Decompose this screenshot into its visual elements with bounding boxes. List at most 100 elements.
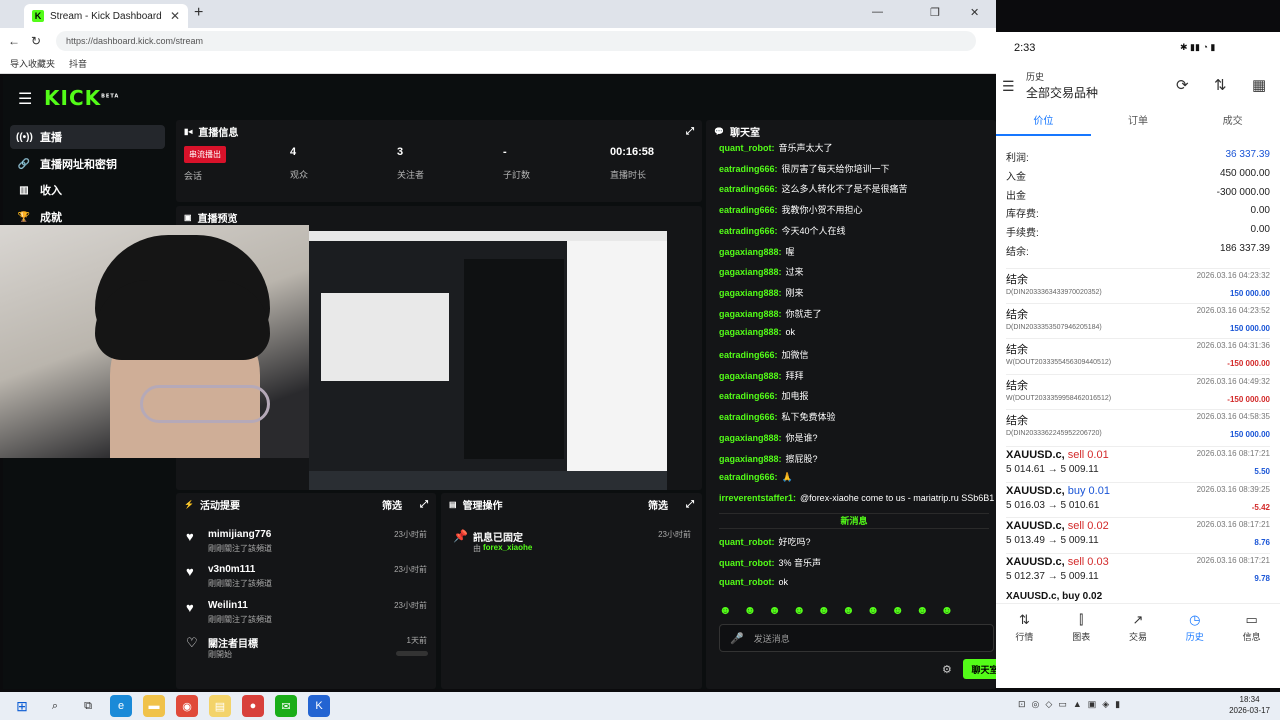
chat-username[interactable]: eatrading666: — [719, 350, 778, 360]
nav-trade[interactable]: ↗ 交易 — [1110, 612, 1167, 656]
chat-message[interactable]: eatrading666: 加电报 — [719, 389, 994, 409]
chat-message[interactable]: quant_robot: 音乐声太大了 — [719, 141, 994, 161]
mod-filter-button[interactable]: 筛选 — [648, 497, 668, 512]
minimize-icon[interactable]: — — [872, 6, 883, 18]
back-icon[interactable]: ← — [6, 34, 22, 48]
preview-video[interactable] — [309, 231, 667, 490]
folder-icon[interactable]: ▬ — [143, 695, 165, 717]
chat-message[interactable]: quant_robot: 好吃吗? — [719, 535, 994, 555]
chat-message[interactable]: gagaxiang888: 擦屁股? — [719, 452, 994, 472]
chat-message[interactable]: gagaxiang888: ok — [719, 327, 994, 347]
menu-icon[interactable]: ☰ — [1002, 78, 1015, 95]
chat-message[interactable]: gagaxiang888: 过来 — [719, 265, 994, 285]
chat-username[interactable]: eatrading666: — [719, 184, 778, 194]
chat-username[interactable]: quant_robot: — [719, 577, 775, 587]
chat-message[interactable]: eatrading666: 加微信 — [719, 348, 994, 368]
chat-message[interactable]: eatrading666: 私下免费体验 — [719, 410, 994, 430]
chrome-icon[interactable]: ◉ — [176, 695, 198, 717]
calendar-icon[interactable]: ▦ — [1252, 76, 1266, 94]
menu-icon[interactable]: ☰ — [18, 89, 32, 109]
expand-icon[interactable]: ⤢ — [686, 499, 694, 510]
chat-message[interactable]: eatrading666: 这么多人转化不了是不是很痛苦 — [719, 182, 994, 202]
trade-row[interactable]: XAUUSD.c, sell 0.02 5 013.49 → 5 009.11 20… — [1006, 517, 1270, 552]
chat-message[interactable]: gagaxiang888: 刚来 — [719, 286, 994, 306]
chat-username[interactable]: quant_robot: — [719, 537, 775, 547]
trade-row[interactable]: XAUUSD.c, sell 0.01 5 014.61 → 5 009.11 20… — [1006, 446, 1270, 481]
expand-icon[interactable]: ⤢ — [420, 499, 428, 510]
activity-filter-button[interactable]: 筛选 — [382, 497, 402, 512]
tab-orders[interactable]: 订单 — [1091, 112, 1186, 136]
chat-username[interactable]: eatrading666: — [719, 226, 778, 236]
refresh-icon[interactable]: ⟳ — [1176, 76, 1189, 94]
chat-username[interactable]: irreverentstaffer1: — [719, 493, 796, 503]
expand-icon[interactable]: ⤢ — [686, 126, 694, 137]
edge-icon[interactable]: e — [110, 695, 132, 717]
trade-row[interactable]: XAUUSD.c, sell 0.03 5 012.37 → 5 009.11 20… — [1006, 552, 1270, 588]
emote-row[interactable]: ☻☻☻☻☻☻☻☻☻☻ — [719, 603, 996, 619]
recorder-icon[interactable]: ● — [242, 695, 264, 717]
chat-message[interactable]: irreverentstaffer1: @forex-xiaohe come to… — [719, 493, 994, 513]
taskview-icon[interactable]: ⧉ — [77, 695, 99, 717]
chat-message[interactable]: gagaxiang888: 喔 — [719, 245, 994, 265]
chat-username[interactable]: gagaxiang888: — [719, 267, 782, 277]
bookmark-import[interactable]: 导入收藏夹 — [10, 57, 55, 70]
chat-message[interactable]: eatrading666: 我教你小贺不用担心 — [719, 203, 994, 223]
search-icon[interactable]: ⌕ — [44, 695, 66, 717]
settings-gear-icon[interactable]: ⚙ — [942, 663, 952, 676]
nav-history[interactable]: ◷ 历史 — [1166, 612, 1223, 656]
chat-message[interactable]: eatrading666: 今天40个人在线 — [719, 224, 994, 244]
chat-username[interactable]: gagaxiang888: — [719, 454, 782, 464]
taskbar-clock[interactable]: 18:34 2026-03-17 — [1229, 694, 1270, 716]
chat-username[interactable]: gagaxiang888: — [719, 371, 782, 381]
tab-deals[interactable]: 成交 — [1185, 112, 1280, 136]
chat-username[interactable]: gagaxiang888: — [719, 288, 782, 298]
chat-username[interactable]: eatrading666: — [719, 205, 778, 215]
deal-row[interactable]: 结余 D(DIN2033353507946205184) 2026.03.16 04… — [1006, 303, 1270, 338]
sort-icon[interactable]: ⇅ — [1214, 76, 1227, 94]
tab-positions[interactable]: 价位 — [996, 112, 1091, 136]
nav-quotes[interactable]: ⇅ 行情 — [996, 612, 1053, 656]
chat-username[interactable]: eatrading666: — [719, 472, 778, 482]
restore-icon[interactable]: ❐ — [930, 6, 940, 19]
chat-message[interactable]: gagaxiang888: 拜拜 — [719, 369, 994, 389]
chat-username[interactable]: quant_robot: — [719, 143, 775, 153]
nav-chart[interactable]: ⫿ 图表 — [1053, 612, 1110, 656]
chat-username[interactable]: gagaxiang888: — [719, 309, 782, 319]
chat-message[interactable]: eatrading666: 很厉害了每天给你培训一下 — [719, 162, 994, 182]
new-tab-icon[interactable]: + — [194, 5, 203, 21]
chat-input[interactable]: 🎤 发送消息 — [719, 624, 994, 652]
chat-message[interactable]: quant_robot: ok — [719, 577, 994, 597]
deal-row[interactable]: 结余 D(DIN2033362245952206720) 2026.03.16 04… — [1006, 408, 1270, 444]
chat-username[interactable]: eatrading666: — [719, 391, 778, 401]
chat-username[interactable]: gagaxiang888: — [719, 327, 782, 337]
chat-username[interactable]: gagaxiang888: — [719, 433, 782, 443]
sidebar-item-stream-key[interactable]: 🔗 直播网址和密钥 — [10, 152, 165, 176]
chat-message[interactable]: quant_robot: 3% 音乐声 — [719, 556, 994, 576]
bookmark-douyin[interactable]: 抖音 — [69, 57, 87, 70]
url-field[interactable]: https://dashboard.kick.com/stream — [56, 31, 976, 51]
sidebar-item-income[interactable]: ▥ 收入 — [10, 178, 165, 202]
start-icon[interactable]: ⊞ — [11, 695, 33, 717]
sidebar-item-stream[interactable]: ((•)) 直播 — [10, 125, 165, 149]
deal-row[interactable]: 结余 W(DOUT2033355456309440512) 2026.03.16 0… — [1006, 338, 1270, 373]
kick-app-icon[interactable]: K — [308, 695, 330, 717]
close-tab-icon[interactable]: ✕ — [170, 9, 180, 23]
deal-row[interactable]: 结余 W(DOUT2033359958462016512) 2026.03.16 0… — [1006, 373, 1270, 409]
chat-message[interactable]: gagaxiang888: 你是谁? — [719, 431, 994, 451]
reload-icon[interactable]: ↻ — [28, 34, 44, 48]
chat-username[interactable]: gagaxiang888: — [719, 247, 782, 257]
tray-icons[interactable]: ⊡◎◇▭▲▣◈▮ — [1018, 699, 1126, 710]
trade-row[interactable]: XAUUSD.c, buy 0.01 5 016.03 → 5 010.61 202… — [1006, 481, 1270, 517]
chat-username[interactable]: eatrading666: — [719, 164, 778, 174]
browser-tab[interactable]: K Stream - Kick Dashboard ✕ — [24, 4, 188, 28]
files-icon[interactable]: ▤ — [209, 695, 231, 717]
wechat-icon[interactable]: ✉ — [275, 695, 297, 717]
kick-logo[interactable]: KICKBETA — [44, 86, 119, 110]
close-window-icon[interactable]: ✕ — [970, 6, 979, 19]
chat-username[interactable]: quant_robot: — [719, 558, 775, 568]
chat-username[interactable]: eatrading666: — [719, 412, 778, 422]
chat-message[interactable]: eatrading666: 🙏 — [719, 472, 994, 492]
deal-row[interactable]: 结余 D(DIN2033363433970020352) 2026.03.16 04… — [1006, 268, 1270, 303]
nav-messages[interactable]: ▭ 信息 — [1223, 612, 1280, 656]
chat-message[interactable]: gagaxiang888: 你就走了 — [719, 307, 994, 327]
